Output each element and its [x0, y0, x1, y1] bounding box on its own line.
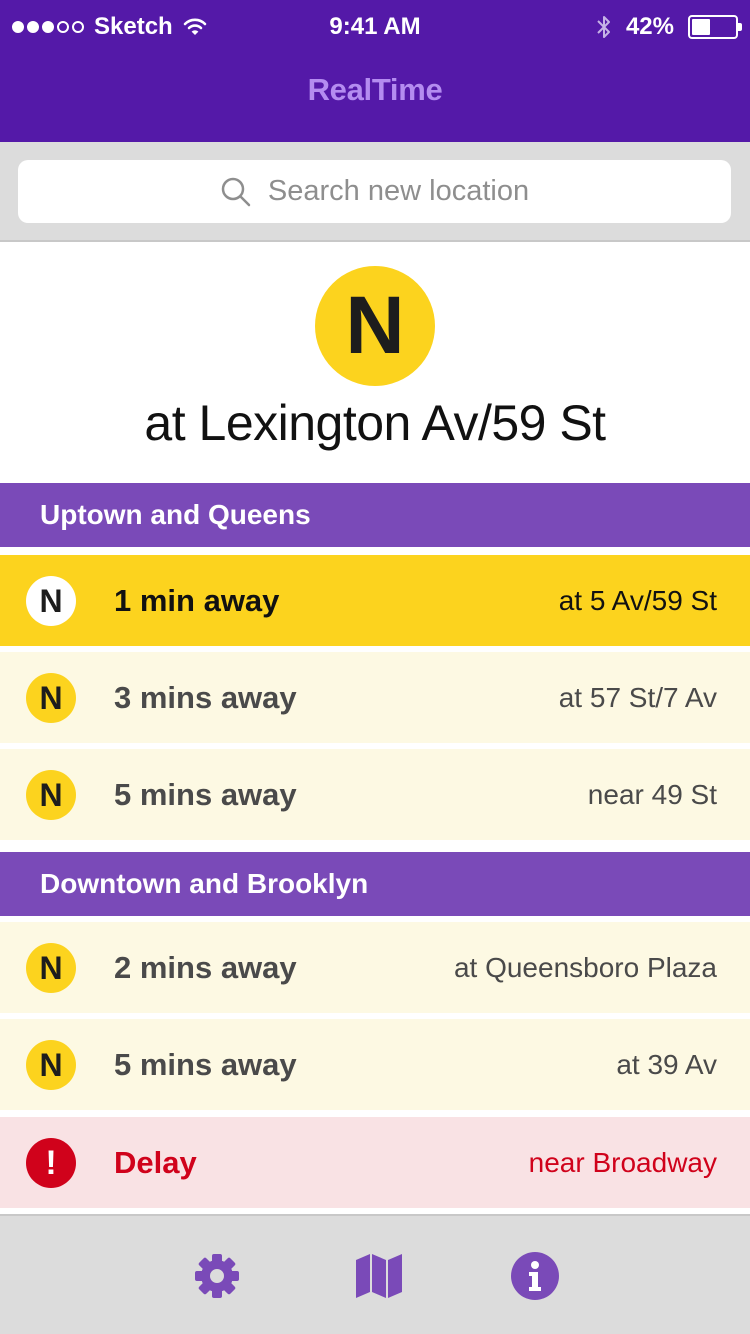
battery-level-fill	[692, 19, 710, 35]
search-placeholder: Search new location	[267, 175, 530, 207]
line-n-badge: N	[26, 943, 76, 993]
train-row[interactable]: N 5 mins away at 39 Av	[0, 1019, 750, 1110]
status-right: 42%	[596, 13, 742, 41]
train-location: at 39 Av	[616, 1048, 717, 1080]
bluetooth-icon	[597, 16, 610, 38]
arrival-time: 3 mins away	[114, 679, 297, 715]
line-n-badge: N	[315, 266, 435, 386]
delay-location: near Broadway	[528, 1146, 717, 1178]
train-location: at 5 Av/59 St	[558, 584, 717, 616]
station-name: at Lexington Av/59 St	[144, 395, 606, 451]
train-location: at Queensboro Plaza	[453, 951, 717, 983]
alert-icon: !	[26, 1138, 76, 1188]
app-title: RealTime	[307, 72, 443, 107]
arrival-time: 5 mins away	[114, 1046, 297, 1082]
map-button[interactable]	[352, 1249, 406, 1303]
status-bar: Sketch 9:41 AM 42%	[0, 0, 750, 54]
battery-icon	[688, 15, 742, 39]
line-n-badge: N	[26, 1040, 76, 1090]
train-location: near 49 St	[587, 778, 717, 810]
search-input[interactable]: Search new location	[18, 160, 731, 223]
train-row[interactable]: N 3 mins away at 57 St/7 Av	[0, 652, 750, 743]
arrival-time: 2 mins away	[114, 949, 297, 985]
search-area: Search new location	[0, 142, 750, 242]
arrival-time: 1 min away	[114, 582, 280, 618]
line-n-badge: N	[26, 770, 76, 820]
line-n-badge: N	[26, 673, 76, 723]
section-header-downtown: Downtown and Brooklyn	[0, 852, 750, 916]
info-icon	[511, 1252, 559, 1300]
arrival-time: 5 mins away	[114, 776, 297, 812]
station-header: N at Lexington Av/59 St	[0, 242, 750, 483]
train-location: at 57 St/7 Av	[558, 681, 717, 713]
battery-percentage: 42%	[625, 13, 674, 40]
train-row[interactable]: N 5 mins away near 49 St	[0, 749, 750, 840]
search-icon	[221, 177, 251, 206]
train-row[interactable]: N 2 mins away at Queensboro Plaza	[0, 922, 750, 1013]
line-n-badge: N	[26, 576, 76, 626]
settings-button[interactable]	[190, 1249, 244, 1303]
train-row[interactable]: N 1 min away at 5 Av/59 St	[0, 555, 750, 646]
info-button[interactable]	[508, 1249, 562, 1303]
gear-icon	[195, 1254, 239, 1298]
map-icon	[356, 1254, 402, 1298]
delay-row[interactable]: ! Delay near Broadway	[0, 1117, 750, 1208]
delay-status: Delay	[114, 1144, 197, 1180]
tab-bar	[0, 1214, 750, 1334]
header: Sketch 9:41 AM 42% RealTime	[0, 0, 750, 142]
section-header-uptown: Uptown and Queens	[0, 483, 750, 547]
